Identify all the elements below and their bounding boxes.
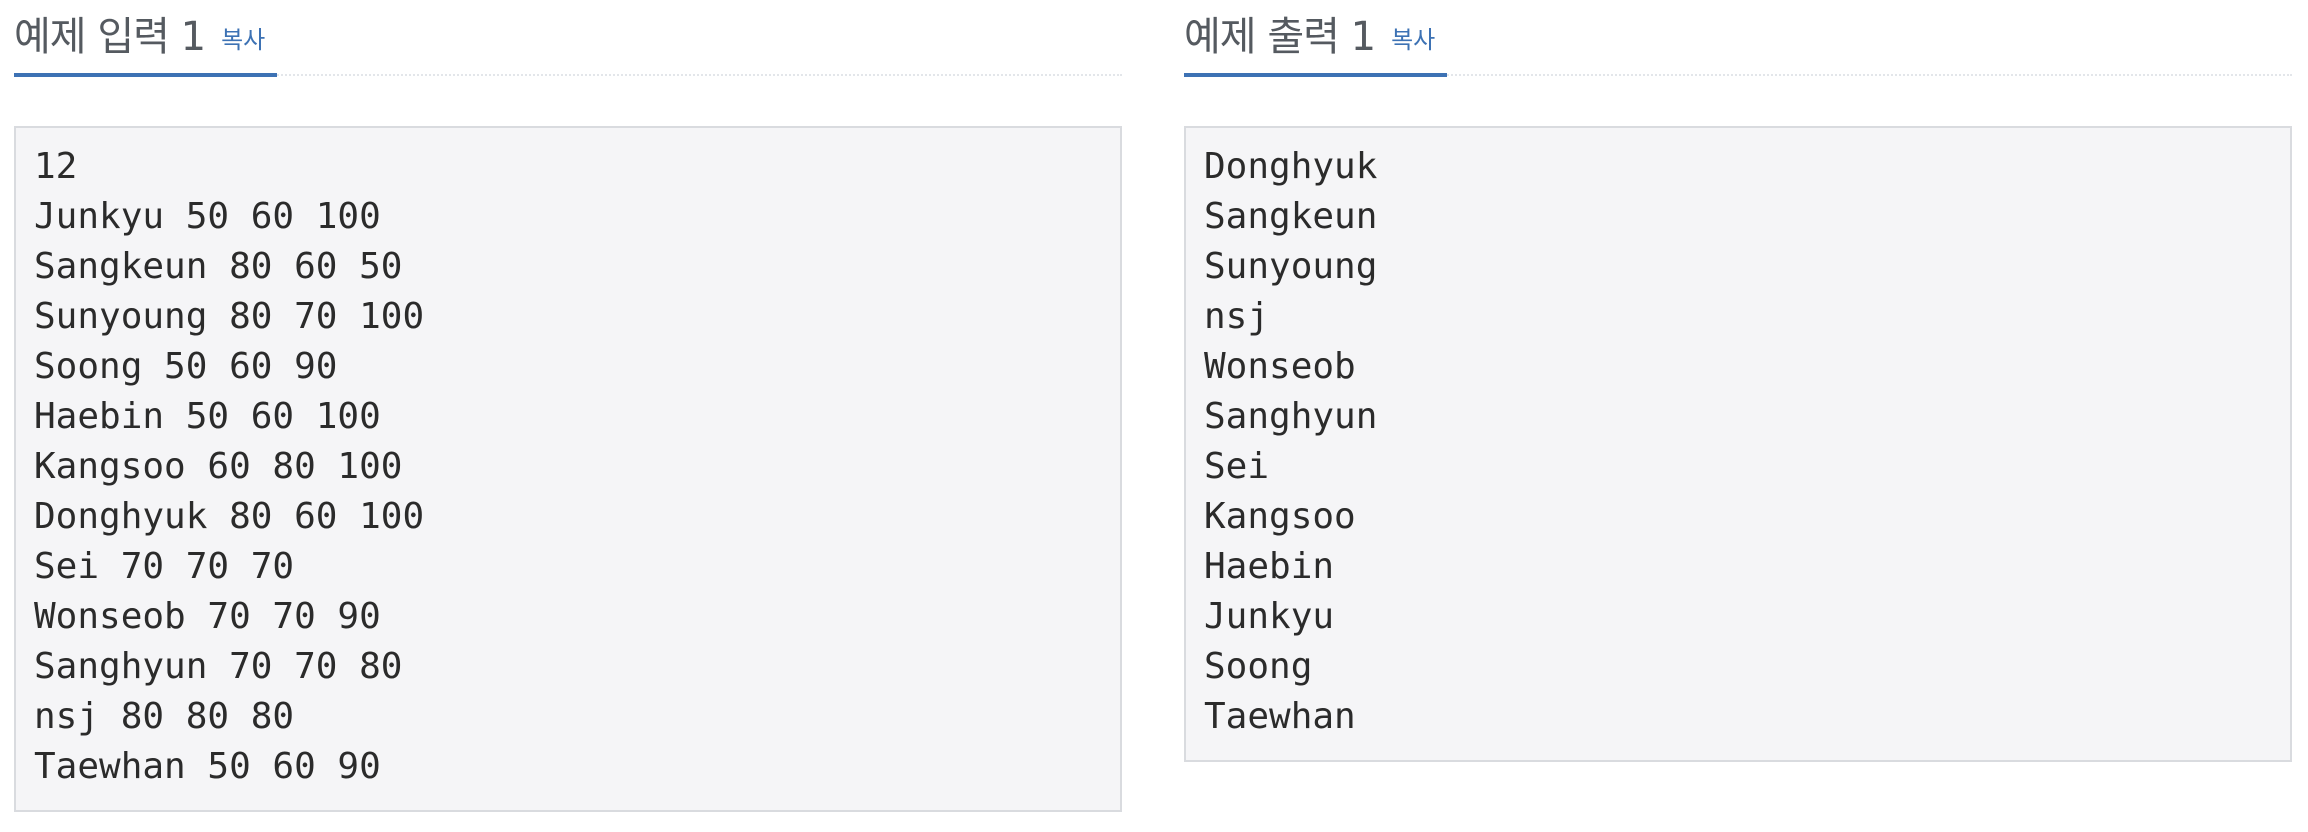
output-line: Taewhan — [1204, 696, 1356, 737]
copy-output-button[interactable]: 복사 — [1391, 28, 1435, 52]
input-line: Junkyu 50 60 100 — [34, 196, 381, 237]
input-line: Sei 70 70 70 — [34, 546, 295, 587]
output-line: nsj — [1204, 296, 1270, 337]
input-line: Sangkeun 80 60 50 — [34, 246, 403, 287]
input-line: Haebin 50 60 100 — [34, 396, 381, 437]
sample-input-title: 예제 입력 1 — [14, 14, 206, 60]
input-line: Taewhan 50 60 90 — [34, 746, 381, 787]
sample-input-header: 예제 입력 1 복사 — [14, 0, 1122, 77]
output-line: Sei — [1204, 446, 1270, 487]
sample-input-section: 예제 입력 1 복사 12 Junkyu 50 60 100 Sangkeun 80… — [14, 0, 1122, 812]
output-line: Sanghyun — [1204, 396, 1378, 437]
output-line: Kangsoo — [1204, 496, 1356, 537]
output-line: Wonseob — [1204, 346, 1356, 387]
output-line: Junkyu — [1204, 596, 1335, 637]
sample-output-header-tab: 예제 출력 1 복사 — [1184, 1, 1448, 77]
sample-output-header: 예제 출력 1 복사 — [1184, 0, 2292, 77]
output-line: Haebin — [1204, 546, 1335, 587]
input-line: Soong 50 60 90 — [34, 346, 338, 387]
sample-input-box[interactable]: 12 Junkyu 50 60 100 Sangkeun 80 60 50 Sunyo… — [14, 126, 1122, 812]
input-line: nsj 80 80 80 — [34, 696, 295, 737]
input-line: Kangsoo 60 80 100 — [34, 446, 403, 487]
copy-input-button[interactable]: 복사 — [221, 28, 265, 52]
input-line: Sunyoung 80 70 100 — [34, 296, 425, 337]
input-line: 12 — [34, 146, 78, 187]
input-line: Sanghyun 70 70 80 — [34, 646, 403, 687]
input-line: Donghyuk 80 60 100 — [34, 496, 425, 537]
sample-input-header-tab: 예제 입력 1 복사 — [14, 1, 278, 77]
output-line: Soong — [1204, 646, 1313, 687]
sample-output-title: 예제 출력 1 — [1184, 14, 1376, 60]
output-line: Sunyoung — [1204, 246, 1378, 287]
output-line: Sangkeun — [1204, 196, 1378, 237]
output-line: Donghyuk — [1204, 146, 1378, 187]
sample-output-section: 예제 출력 1 복사 Donghyuk Sangkeun Sunyoung nsj Wo… — [1184, 0, 2292, 762]
sample-output-box[interactable]: Donghyuk Sangkeun Sunyoung nsj Wonseob Sanghy… — [1184, 126, 2292, 762]
input-line: Wonseob 70 70 90 — [34, 596, 381, 637]
